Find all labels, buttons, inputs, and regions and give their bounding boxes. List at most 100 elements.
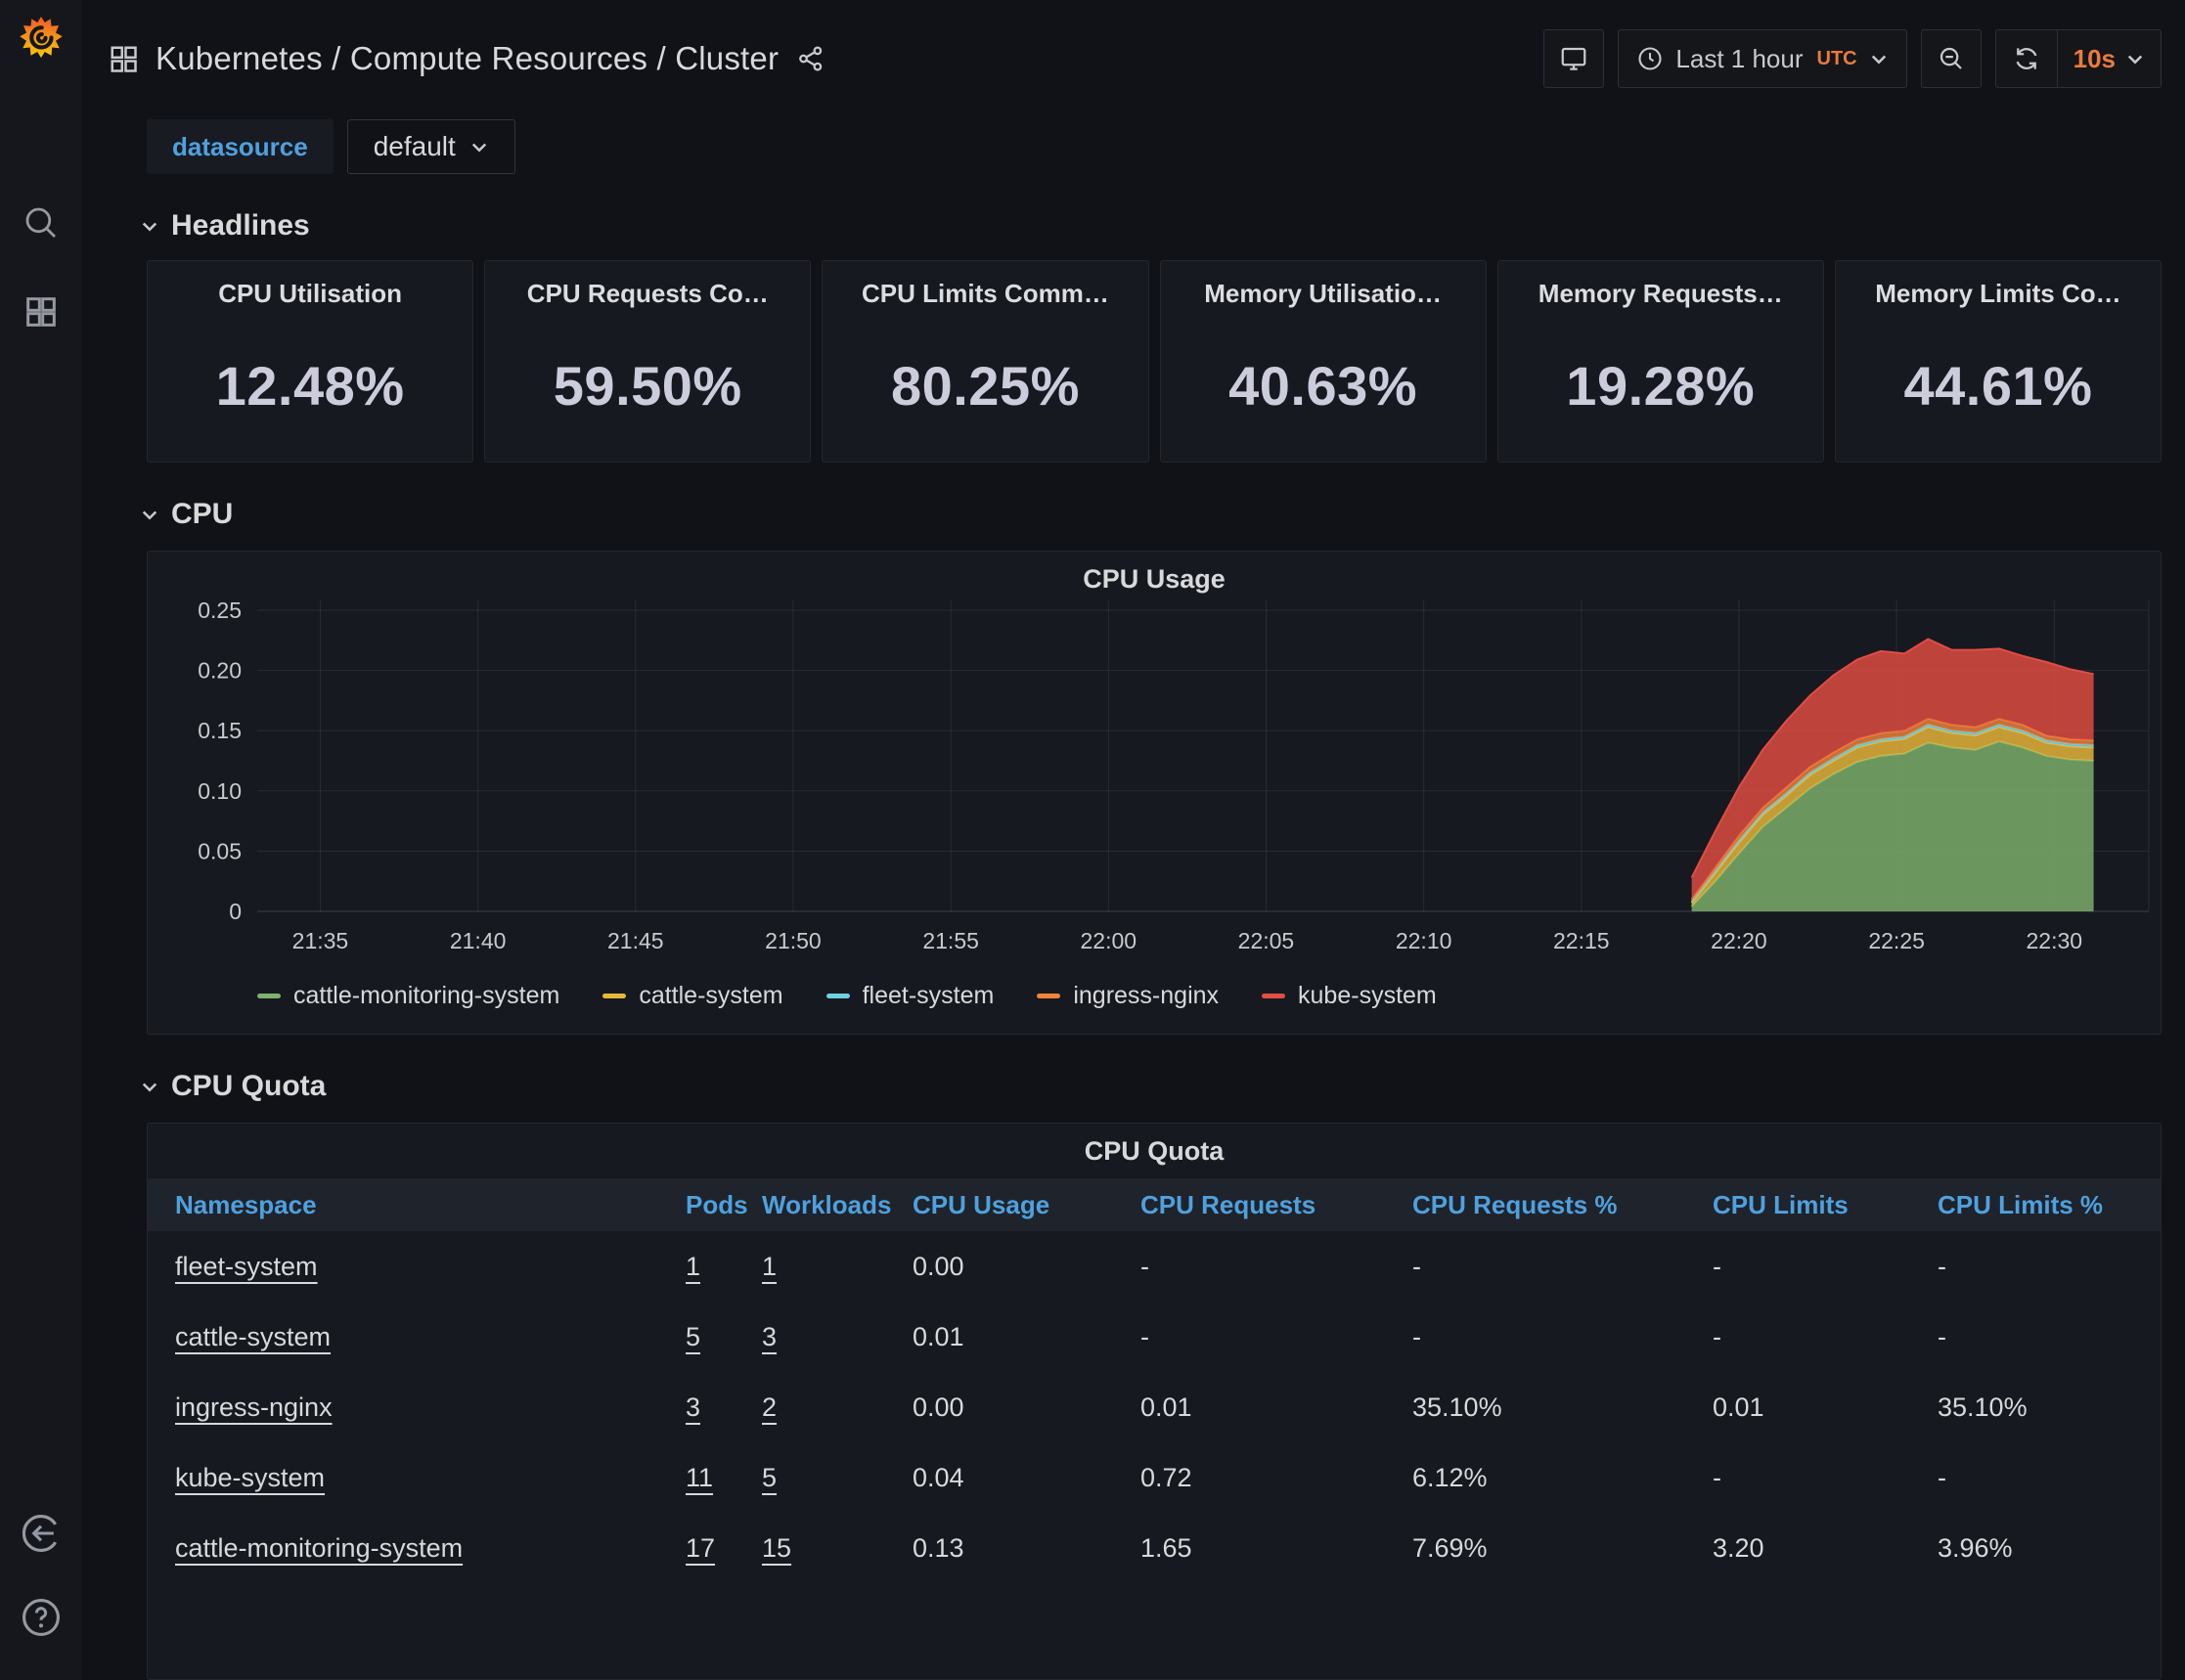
svg-text:0.10: 0.10 bbox=[198, 778, 242, 804]
zoom-out-button[interactable] bbox=[1921, 29, 1982, 88]
time-range-label: Last 1 hour bbox=[1675, 44, 1803, 74]
cell-cpu_usage: 0.00 bbox=[913, 1393, 1140, 1423]
page-title: Kubernetes / Compute Resources / Cluster bbox=[156, 40, 779, 77]
refresh-interval-dropdown[interactable]: 10s bbox=[2057, 30, 2161, 87]
stat-panel-title[interactable]: Memory Limits Co… bbox=[1875, 279, 2120, 309]
legend-item[interactable]: cattle-monitoring-system bbox=[257, 982, 559, 1010]
cell-pods: 1 bbox=[686, 1252, 762, 1282]
cell-namespace: fleet-system bbox=[175, 1252, 686, 1282]
pods-link[interactable]: 17 bbox=[686, 1533, 715, 1563]
search-icon[interactable] bbox=[21, 202, 62, 243]
legend-color-dash bbox=[1037, 994, 1060, 998]
stat-panel: Memory Requests…19.28% bbox=[1497, 260, 1824, 463]
panel-title[interactable]: CPU Quota bbox=[148, 1124, 2161, 1172]
help-icon[interactable] bbox=[20, 1596, 63, 1639]
table-row: ingress-nginx320.000.0135.10%0.0135.10% bbox=[148, 1372, 2161, 1442]
time-range-picker[interactable]: Last 1 hour UTC bbox=[1618, 29, 1906, 88]
chart-legend: cattle-monitoring-system cattle-system fle… bbox=[148, 972, 2161, 1010]
chevron-down-icon bbox=[469, 137, 489, 156]
svg-text:22:20: 22:20 bbox=[1711, 928, 1767, 953]
grafana-logo[interactable] bbox=[18, 14, 65, 61]
cell-cpu_requests: 1.65 bbox=[1140, 1533, 1412, 1564]
column-header-cpu_limits_pct[interactable]: CPU Limits % bbox=[1938, 1190, 2133, 1220]
namespace-link[interactable]: cattle-monitoring-system bbox=[175, 1533, 463, 1563]
legend-item[interactable]: fleet-system bbox=[826, 982, 995, 1010]
svg-text:21:35: 21:35 bbox=[292, 928, 349, 953]
dashboards-icon[interactable] bbox=[22, 292, 61, 332]
cell-cpu_limits: - bbox=[1713, 1463, 1938, 1493]
cell-namespace: cattle-system bbox=[175, 1322, 686, 1352]
column-header-cpu_requests[interactable]: CPU Requests bbox=[1140, 1190, 1412, 1220]
cell-cpu_requests_pct: 7.69% bbox=[1412, 1533, 1713, 1564]
pods-link[interactable]: 11 bbox=[686, 1463, 713, 1492]
cell-cpu_requests_pct: - bbox=[1412, 1252, 1713, 1282]
legend-item[interactable]: ingress-nginx bbox=[1037, 982, 1219, 1010]
monitor-icon bbox=[1559, 44, 1588, 73]
cell-cpu_requests_pct: 35.10% bbox=[1412, 1393, 1713, 1423]
svg-text:22:30: 22:30 bbox=[2027, 928, 2083, 953]
cell-cpu_limits: 0.01 bbox=[1713, 1393, 1938, 1423]
cell-workloads: 15 bbox=[762, 1533, 913, 1564]
stat-panel-title[interactable]: CPU Limits Comm… bbox=[862, 279, 1109, 309]
svg-text:0.05: 0.05 bbox=[198, 838, 242, 863]
table-row: cattle-monitoring-system17150.131.657.69… bbox=[148, 1513, 2161, 1583]
stat-value: 19.28% bbox=[1566, 309, 1755, 462]
section-headlines[interactable]: Headlines bbox=[81, 174, 2185, 256]
datasource-select[interactable]: default bbox=[347, 119, 515, 174]
top-navbar: Kubernetes / Compute Resources / Cluster bbox=[81, 0, 2185, 98]
cell-cpu_usage: 0.01 bbox=[913, 1322, 1140, 1352]
pods-link[interactable]: 3 bbox=[686, 1393, 700, 1422]
workloads-link[interactable]: 1 bbox=[762, 1252, 777, 1281]
panel-title[interactable]: CPU Usage bbox=[148, 552, 2161, 600]
cell-workloads: 1 bbox=[762, 1252, 913, 1282]
stat-panel-title[interactable]: Memory Requests… bbox=[1538, 279, 1783, 309]
svg-text:21:45: 21:45 bbox=[607, 928, 664, 953]
chevron-down-icon bbox=[1869, 49, 1889, 68]
stat-panel-title[interactable]: Memory Utilisatio… bbox=[1204, 279, 1442, 309]
stat-panel-title[interactable]: CPU Utilisation bbox=[218, 279, 402, 309]
column-header-workloads[interactable]: Workloads bbox=[762, 1190, 913, 1220]
legend-color-dash bbox=[826, 994, 850, 998]
cell-cpu_limits_pct: 3.96% bbox=[1938, 1533, 2133, 1564]
namespace-link[interactable]: kube-system bbox=[175, 1463, 325, 1492]
refresh-button[interactable] bbox=[1996, 30, 2057, 87]
column-header-cpu_limits[interactable]: CPU Limits bbox=[1713, 1190, 1938, 1220]
pods-link[interactable]: 5 bbox=[686, 1322, 700, 1351]
stat-panel-title[interactable]: CPU Requests Co… bbox=[527, 279, 769, 309]
cell-cpu_requests: - bbox=[1140, 1252, 1412, 1282]
workloads-link[interactable]: 5 bbox=[762, 1463, 777, 1492]
table-row: kube-system1150.040.726.12%-- bbox=[148, 1442, 2161, 1513]
svg-text:21:50: 21:50 bbox=[765, 928, 822, 953]
cell-pods: 17 bbox=[686, 1533, 762, 1564]
section-cpu[interactable]: CPU bbox=[81, 463, 2185, 545]
namespace-link[interactable]: ingress-nginx bbox=[175, 1393, 333, 1422]
timezone-label: UTC bbox=[1817, 48, 1857, 70]
section-cpu-quota[interactable]: CPU Quota bbox=[81, 1035, 2185, 1117]
cell-cpu_limits_pct: - bbox=[1938, 1322, 2133, 1352]
column-header-cpu_usage[interactable]: CPU Usage bbox=[913, 1190, 1140, 1220]
legend-item[interactable]: kube-system bbox=[1262, 982, 1437, 1010]
legend-color-dash bbox=[602, 994, 626, 998]
tv-mode-button[interactable] bbox=[1543, 29, 1604, 88]
stat-panel: Memory Utilisatio…40.63% bbox=[1160, 260, 1487, 463]
share-icon[interactable] bbox=[796, 44, 825, 73]
workloads-link[interactable]: 2 bbox=[762, 1393, 777, 1422]
column-header-pods[interactable]: Pods bbox=[686, 1190, 762, 1220]
legend-label: kube-system bbox=[1298, 982, 1437, 1010]
workloads-link[interactable]: 3 bbox=[762, 1322, 777, 1351]
legend-item[interactable]: cattle-system bbox=[602, 982, 782, 1010]
svg-text:0.15: 0.15 bbox=[198, 718, 242, 743]
sign-out-icon[interactable] bbox=[20, 1512, 63, 1555]
cell-cpu_limits: - bbox=[1713, 1322, 1938, 1352]
svg-text:22:05: 22:05 bbox=[1238, 928, 1295, 953]
pods-link[interactable]: 1 bbox=[686, 1252, 700, 1281]
column-header-namespace[interactable]: Namespace bbox=[175, 1190, 686, 1220]
namespace-link[interactable]: cattle-system bbox=[175, 1322, 331, 1351]
cell-cpu_usage: 0.00 bbox=[913, 1252, 1140, 1282]
dashboard-grid-icon[interactable] bbox=[109, 44, 138, 73]
namespace-link[interactable]: fleet-system bbox=[175, 1252, 318, 1281]
cell-cpu_limits_pct: - bbox=[1938, 1252, 2133, 1282]
refresh-interval-label: 10s bbox=[2074, 44, 2116, 74]
workloads-link[interactable]: 15 bbox=[762, 1533, 791, 1563]
column-header-cpu_requests_pct[interactable]: CPU Requests % bbox=[1412, 1190, 1713, 1220]
